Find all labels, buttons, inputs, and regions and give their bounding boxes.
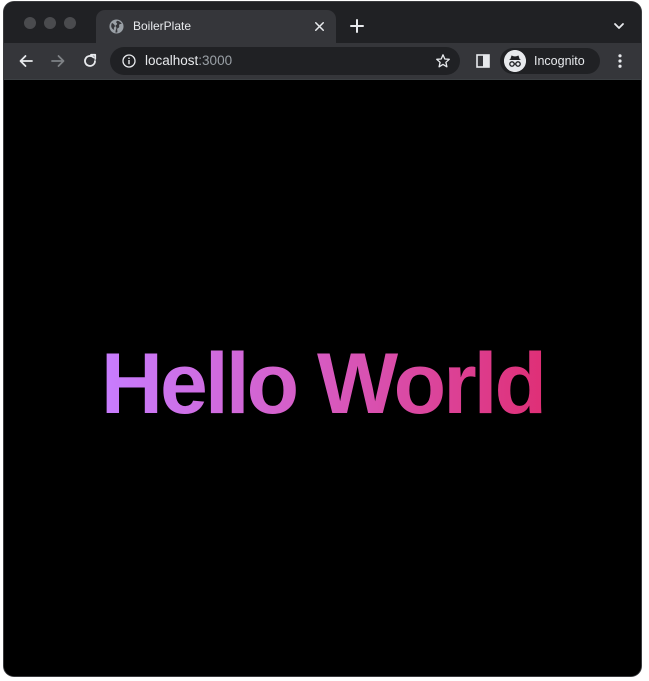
url-port: :3000 (198, 53, 233, 68)
address-bar[interactable]: localhost:3000 (110, 47, 460, 75)
globe-icon (109, 19, 124, 34)
back-arrow-icon[interactable] (17, 52, 35, 70)
browser-window: BoilerPlate localhost:3000 Incognito Hel… (4, 2, 641, 676)
side-panel-icon[interactable] (474, 52, 492, 70)
window-maximize-button[interactable] (64, 17, 76, 29)
more-menu-icon[interactable] (611, 52, 629, 70)
reload-icon[interactable] (81, 52, 99, 70)
window-close-button[interactable] (24, 17, 36, 29)
chevron-down-icon[interactable] (612, 20, 626, 32)
close-icon[interactable] (312, 19, 327, 34)
browser-toolbar: localhost:3000 Incognito (4, 43, 641, 79)
new-tab-button[interactable] (349, 18, 365, 34)
incognito-label: Incognito (534, 54, 585, 68)
tab-title: BoilerPlate (133, 19, 192, 33)
forward-arrow-icon[interactable] (49, 52, 67, 70)
window-minimize-button[interactable] (44, 17, 56, 29)
hello-heading-text: Hello World (100, 336, 547, 432)
incognito-profile-button[interactable]: Incognito (500, 48, 600, 74)
url-host: localhost (145, 53, 199, 68)
info-icon[interactable] (122, 54, 136, 68)
incognito-icon (504, 50, 526, 72)
page-viewport: Hello World (4, 80, 641, 676)
hello-heading: Hello World (4, 334, 641, 434)
tab-strip: BoilerPlate (4, 2, 641, 43)
url-text[interactable]: localhost:3000 (145, 54, 232, 68)
tab-active[interactable]: BoilerPlate (96, 10, 336, 43)
bookmark-star-icon[interactable] (435, 53, 451, 69)
